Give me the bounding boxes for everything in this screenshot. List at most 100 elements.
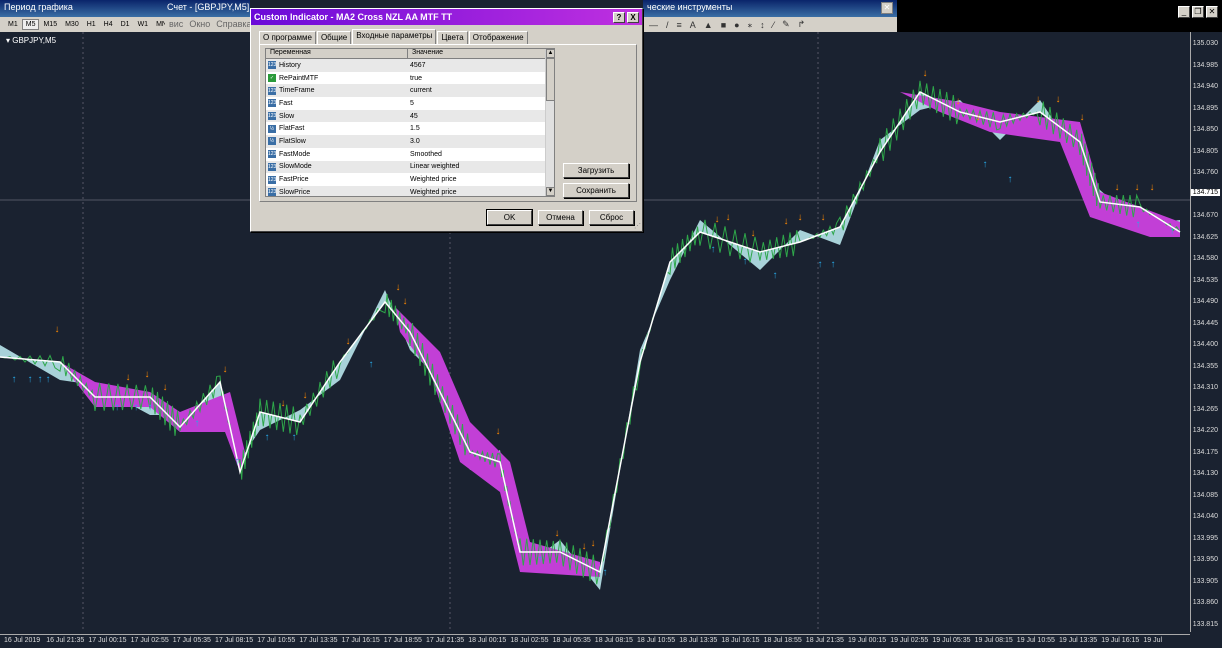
buy-arrow-icon: ↑ [1136,219,1141,230]
price-tick-label: 134.220 [1192,427,1218,434]
tab-2[interactable]: Входные параметры [352,29,437,44]
drawing-tool-icon[interactable]: — [649,20,658,30]
buy-arrow-icon: ↑ [115,402,120,413]
drawing-tool-icon[interactable]: ≡ [677,20,682,30]
indicator-fill-down [60,362,245,472]
reset-button[interactable]: Сброс [589,210,634,225]
save-button[interactable]: Сохранить [563,183,629,198]
scroll-up-icon[interactable]: ▲ [546,49,554,58]
table-row[interactable]: ½ FlatSlow 3.0 [266,135,554,148]
chart-symbol-label: ▾ GBPJPY,M5 [6,36,57,45]
price-tick-label: 134.445 [1192,319,1218,327]
drawing-tool-icon[interactable]: ■ [721,20,726,30]
param-value[interactable]: 5 [408,100,414,107]
drawing-tool-icon[interactable]: ↕ [760,20,765,30]
tab-1[interactable]: Общие [316,31,352,44]
param-value[interactable]: 1.5 [408,125,420,132]
drawing-tool-icon[interactable]: ↱ [798,19,806,30]
price-tick-label: 134.085 [1192,491,1218,499]
column-header-variable[interactable]: Переменная [266,49,408,58]
price-tick-label: 133.860 [1192,599,1218,606]
param-value[interactable]: Linear weighted [408,163,459,170]
price-tick-label: 134.895 [1192,104,1218,112]
buy-arrow-icon: ↑ [983,159,988,170]
timeframe-button-m30[interactable]: M30 [61,19,83,30]
param-value[interactable]: Weighted price [408,176,457,183]
param-name: FastPrice [279,176,309,184]
param-value[interactable]: current [408,87,432,94]
table-row[interactable]: 123 Slow 45 [266,109,554,123]
sell-arrow-icon: ↓ [956,96,961,107]
table-row[interactable]: 123 SlowMode Linear weighted [266,160,554,174]
param-value[interactable]: Weighted price [408,189,457,196]
minimize-icon[interactable]: _ [1178,6,1190,18]
close-icon[interactable]: ✕ [881,2,893,14]
timeframe-button-m15[interactable]: M15 [39,19,61,30]
time-tick-label: 17 Jul 08:15 [215,637,254,644]
menu-item[interactable]: вис [169,19,183,30]
integer-type-icon: 123 [268,112,277,121]
table-row[interactable]: ½ FlatFast 1.5 [266,122,554,135]
param-value[interactable]: 4567 [408,62,426,69]
table-row[interactable]: 123 FastPrice Weighted price [266,173,554,186]
tab-4[interactable]: Отображение [468,31,528,44]
drawing-tool-icon[interactable]: ⁄ [773,20,775,30]
price-axis: 135.030 134.985 134.940 134.895 134.850 134.8… [1190,32,1222,632]
param-value[interactable]: 45 [408,113,418,120]
table-row[interactable]: 123 SlowPrice Weighted price [266,185,554,196]
buy-arrow-icon: ↑ [235,456,240,467]
buy-arrow-icon: ↑ [292,432,297,443]
param-value[interactable]: true [408,75,422,82]
restore-icon[interactable]: ❐ [1192,6,1204,18]
help-button[interactable]: ? [613,11,625,23]
sell-arrow-icon: ↓ [976,112,981,123]
timeframe-button-w1[interactable]: W1 [134,19,153,30]
timeframe-button-m1[interactable]: M1 [4,19,22,30]
time-tick-label: 17 Jul 00:15 [88,637,127,644]
scroll-down-icon[interactable]: ▼ [546,187,554,196]
time-tick-label: 19 Jul 00:15 [848,637,887,644]
table-row[interactable]: 123 History 4567 [266,59,554,72]
ok-button[interactable]: OK [486,209,533,226]
grid-scrollbar[interactable]: ▲ ▼ [545,49,554,196]
time-tick-label: 17 Jul 16:15 [341,637,380,644]
close-button[interactable]: X [627,11,639,23]
close-icon[interactable]: ✕ [1206,6,1218,18]
table-row[interactable]: 123 Fast 5 [266,97,554,110]
time-tick-label: 18 Jul 08:15 [594,637,633,644]
drawing-tool-icon[interactable]: / [666,20,669,30]
load-button[interactable]: Загрузить [563,163,629,178]
price-tick-label: 134.985 [1192,61,1218,69]
sell-arrow-icon: ↓ [582,541,587,552]
timeframe-button-m5[interactable]: M5 [21,19,40,30]
price-tick-label: 133.905 [1192,577,1218,585]
param-value[interactable]: Smoothed [408,151,442,158]
drawing-tool-icon[interactable]: ▲ [704,20,713,30]
time-tick-label: 18 Jul 13:35 [679,637,718,644]
param-name: Slow [279,112,295,120]
integer-type-icon: 123 [268,150,277,159]
table-row[interactable]: ✓ RePaintMTF true [266,72,554,85]
dialog-title-bar[interactable]: Custom Indicator - MA2 Cross NZL AA MTF … [251,9,642,25]
timeframe-button-h4[interactable]: H4 [100,19,117,30]
drawing-tool-icon[interactable]: ✎ [782,19,790,30]
drawing-tool-icon[interactable]: A [690,20,696,30]
tab-0[interactable]: О программе [259,31,316,44]
menu-item[interactable]: Окно [189,19,210,30]
time-tick-label: 19 Jul [1143,637,1163,644]
timeframe-button-d1[interactable]: D1 [117,19,134,30]
resize-grip-icon[interactable]: ⋰ [634,222,641,230]
table-row[interactable]: 123 TimeFrame current [266,84,554,98]
tab-3[interactable]: Цвета [437,31,468,44]
grid-header: Переменная Значение [266,49,554,59]
menu-item[interactable]: Справка [216,19,251,30]
drawing-tool-icon[interactable]: ⁎ [748,19,753,30]
param-value[interactable]: 3.0 [408,138,420,145]
price-tick-label: 133.950 [1192,556,1218,563]
column-header-value[interactable]: Значение [408,49,554,58]
timeframe-button-h1[interactable]: H1 [83,19,100,30]
scroll-thumb[interactable] [546,58,554,101]
drawing-tool-icon[interactable]: ● [734,20,739,30]
table-row[interactable]: 123 FastMode Smoothed [266,148,554,161]
cancel-button[interactable]: Отмена [538,210,583,225]
